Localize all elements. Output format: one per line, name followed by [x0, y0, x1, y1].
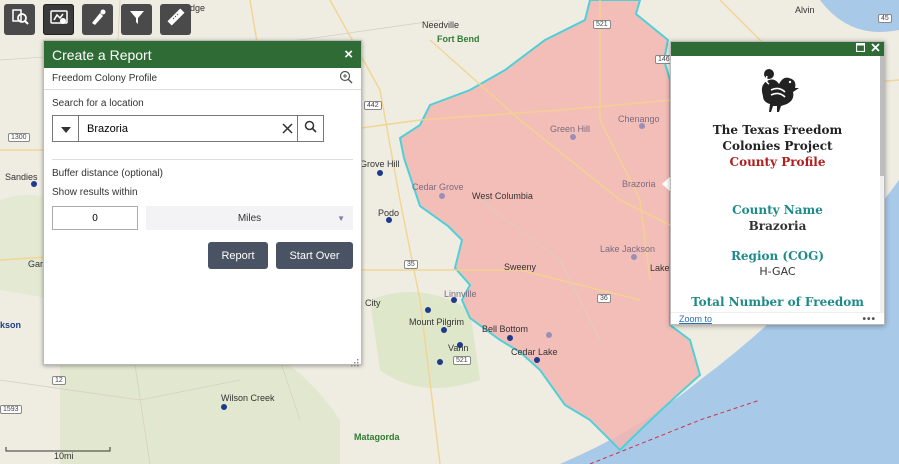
search-location-icon: [10, 7, 30, 32]
filter-tool-button[interactable]: [121, 4, 152, 35]
map-place-label: Sweeny: [504, 262, 537, 272]
map-place-label: Needville: [422, 20, 460, 30]
map-place-label: Cedar Lake: [511, 347, 558, 357]
buffer-label: Buffer distance (optional): [52, 168, 163, 179]
map-place-label: Grove Hill: [360, 159, 400, 169]
identify-tool-button[interactable]: [4, 4, 35, 35]
report-type-row[interactable]: Freedom Colony Profile: [44, 68, 361, 90]
road-shield: 35: [404, 260, 418, 269]
search-box: [52, 115, 298, 142]
region-value: H-GAC: [759, 265, 796, 278]
panel-header: Create a Report ×: [44, 41, 361, 68]
report-tool-button[interactable]: [43, 4, 74, 35]
search-icon: [304, 120, 317, 138]
county-popup: The Texas Freedom Colonies Project Count…: [670, 41, 885, 325]
popup-footer: Zoom to •••: [671, 312, 884, 325]
map-place-label: Mount Pilgrim: [409, 317, 465, 327]
map-place-label: Lake Jackson: [600, 244, 656, 254]
map-place-label: Wilson Creek: [221, 393, 275, 403]
zoom-to-link[interactable]: Zoom to: [679, 314, 712, 324]
map-place-label: Vann: [448, 343, 469, 353]
road-shield: 1593: [0, 405, 22, 414]
panel-title: Create a Report: [52, 46, 152, 63]
road-shield: 521: [593, 20, 611, 29]
report-map-icon: [49, 7, 69, 32]
report-button[interactable]: Report: [208, 242, 268, 269]
map-place-label: Alvin: [795, 5, 815, 15]
map-place-label: Lake: [650, 263, 670, 273]
map-place-label: Linnville: [444, 289, 477, 299]
popup-title-line2: Colonies Project: [722, 139, 833, 153]
maximize-icon[interactable]: [855, 42, 866, 55]
popup-body: The Texas Freedom Colonies Project Count…: [671, 56, 884, 312]
map-place-label: Podo: [378, 208, 400, 218]
funnel-icon: [127, 7, 147, 32]
map-place-label: Gar: [28, 259, 44, 269]
map-place-label: Brazoria: [622, 179, 656, 189]
map-place-label: Cedar Grove: [412, 182, 464, 192]
popup-subtitle: County Profile: [729, 155, 826, 169]
divider: [52, 159, 353, 160]
unit-select[interactable]: Miles ▼: [146, 206, 353, 230]
buffer-row: Miles ▼: [52, 206, 353, 230]
start-over-button[interactable]: Start Over: [276, 242, 353, 269]
close-icon[interactable]: ×: [344, 46, 353, 63]
scale-label: 10mi: [54, 451, 74, 461]
map-toolbar: [4, 4, 191, 35]
ruler-icon: [166, 7, 186, 32]
road-shield: 521: [453, 356, 471, 365]
scrollbar-thumb[interactable]: [880, 56, 884, 176]
map-place-label: Green Hill: [550, 124, 591, 134]
report-type-label: Freedom Colony Profile: [52, 73, 158, 84]
popup-title-line1: The Texas Freedom: [712, 123, 843, 137]
search-row: [52, 115, 353, 142]
road-shield: 12: [52, 376, 66, 385]
caret-down-icon: ▼: [337, 214, 345, 223]
resize-grip-icon[interactable]: [351, 354, 359, 367]
region-label: Region (COG): [730, 249, 825, 263]
pen-pin-icon: [88, 7, 108, 32]
clear-icon[interactable]: [277, 116, 297, 141]
map-place-label: kson: [0, 320, 22, 330]
draw-tool-button[interactable]: [82, 4, 113, 35]
show-within-label: Show results within: [52, 187, 138, 198]
road-shield: 442: [364, 101, 382, 110]
map-place-label: Matagorda: [354, 432, 400, 442]
popup-scrollbar[interactable]: [880, 56, 884, 312]
county-name-label: County Name: [732, 203, 823, 217]
buffer-distance-input[interactable]: [52, 206, 138, 230]
map-place-label: Sandies: [5, 172, 38, 182]
search-source-dropdown[interactable]: [53, 116, 79, 141]
map-place-label: West Columbia: [472, 191, 533, 201]
close-icon[interactable]: [871, 43, 880, 55]
search-label: Search for a location: [52, 98, 144, 109]
sankofa-bird-logo-icon: [679, 66, 876, 114]
measure-tool-button[interactable]: [160, 4, 191, 35]
county-name-value: Brazoria: [748, 219, 807, 233]
map-place-label: Bell Bottom: [482, 324, 529, 334]
total-freedom-label: Total Number of Freedom: [691, 295, 864, 309]
action-buttons: Report Start Over: [52, 242, 353, 269]
map-place-label: Fort Bend: [437, 34, 480, 44]
popup-header: [671, 42, 884, 56]
road-shield: 45: [878, 14, 892, 23]
road-shield: 1300: [8, 133, 30, 142]
more-options-icon[interactable]: •••: [862, 314, 876, 325]
map-place-label: Chenango: [618, 114, 660, 124]
map-place-label: City: [365, 298, 381, 308]
create-report-panel: Create a Report × Freedom Colony Profile…: [43, 40, 362, 367]
search-input[interactable]: [79, 116, 277, 141]
zoom-in-icon[interactable]: [339, 70, 353, 87]
unit-value: Miles: [237, 212, 262, 224]
caret-down-icon: [60, 120, 71, 138]
search-button[interactable]: [298, 115, 324, 142]
road-shield: 36: [597, 294, 611, 303]
map-place-label: dge: [190, 3, 206, 13]
